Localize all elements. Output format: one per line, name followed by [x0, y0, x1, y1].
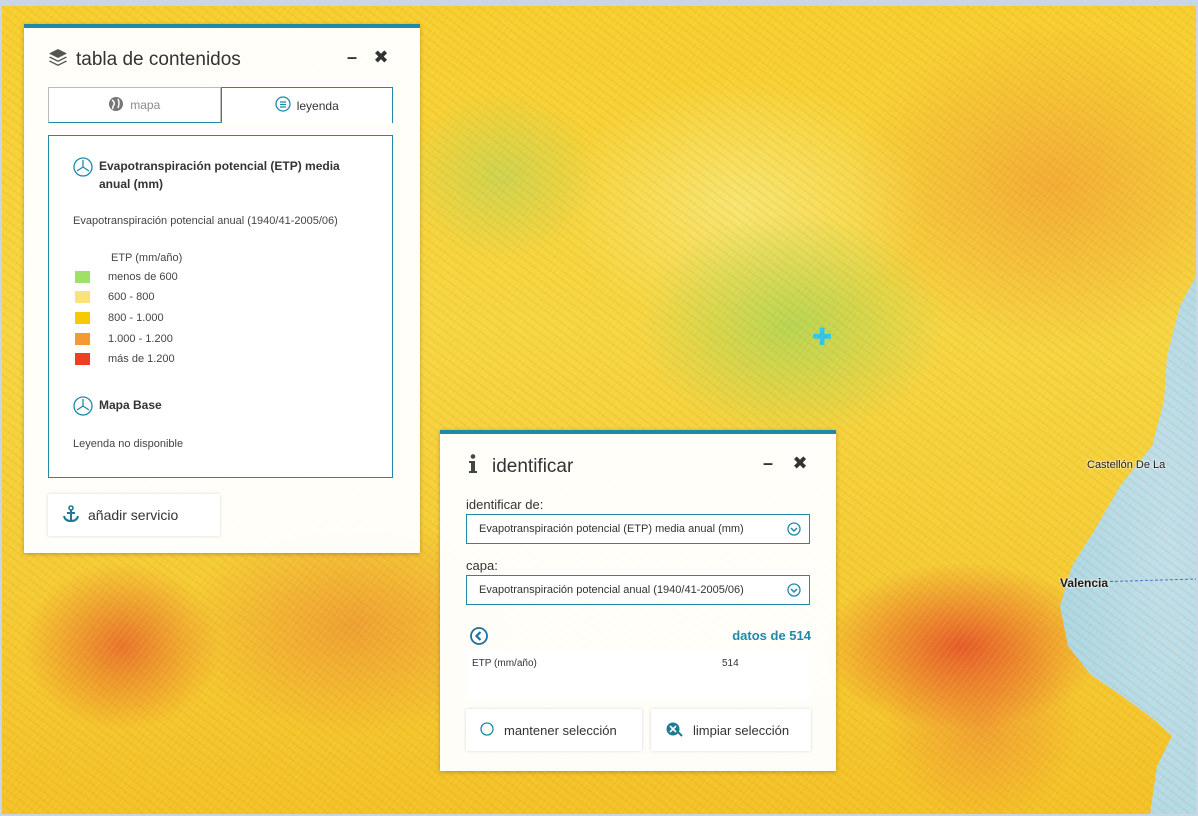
tab-leyenda[interactable]: leyenda [220, 87, 393, 123]
layers-icon [48, 48, 68, 72]
identify-title: identificar [492, 456, 574, 477]
table-of-contents-panel: tabla de contenidos – ✖ mapa leyenda Eva… [24, 24, 420, 553]
anchor-icon [62, 504, 80, 526]
legend-swatch [75, 312, 90, 324]
close-icon[interactable]: ✖ [371, 48, 391, 66]
legend-panel: Evapotranspiración potencial (ETP) media… [48, 135, 393, 478]
legend-subtitle: Evapotranspiración potencial anual (1940… [73, 215, 338, 227]
result-key: ETP (mm/año) [472, 658, 537, 669]
identify-layer-label: capa: [466, 558, 498, 573]
keep-selection-button[interactable]: mantener selección [466, 709, 642, 751]
identify-layer-value: Evapotranspiración potencial anual (1940… [479, 584, 744, 596]
back-arrow-icon[interactable] [470, 627, 488, 650]
clear-selection-button[interactable]: limpiar selección [651, 709, 811, 751]
layer-symbol-icon [73, 396, 93, 421]
legend-item-label: 800 - 1.000 [108, 312, 164, 324]
legend-swatch [75, 291, 90, 303]
place-label-valencia: Valencia [1060, 576, 1109, 590]
legend-unit: ETP (mm/año) [111, 252, 183, 264]
minimize-icon[interactable]: – [758, 454, 778, 472]
legend-item: 600 - 800 [75, 291, 154, 303]
close-icon[interactable]: ✖ [790, 454, 810, 472]
identify-from-value: Evapotranspiración potencial (ETP) media… [479, 523, 744, 535]
chevron-down-icon [787, 522, 801, 539]
toc-tabs: mapa leyenda [48, 87, 393, 123]
legend-item: 1.000 - 1.200 [75, 333, 173, 345]
identify-header: identificar [468, 454, 573, 480]
eraser-icon [665, 720, 683, 741]
legend-item-label: más de 1.200 [108, 353, 175, 365]
legend-item: 800 - 1.000 [75, 312, 164, 324]
chevron-down-icon [787, 583, 801, 600]
legend-layer-mapa-base: Mapa Base [73, 396, 162, 421]
legend-unavailable-note: Leyenda no disponible [73, 438, 184, 450]
add-service-button[interactable]: añadir servicio [48, 494, 220, 536]
identify-from-select[interactable]: Evapotranspiración potencial (ETP) media… [466, 514, 810, 544]
clear-selection-label: limpiar selección [693, 722, 790, 738]
toc-title: tabla de contenidos [76, 49, 241, 70]
legend-layer-title: Mapa Base [99, 398, 162, 412]
legend-item: más de 1.200 [75, 353, 175, 365]
legend-layer-title: Evapotranspiración potencial (ETP) media… [99, 159, 340, 191]
identify-layer-select[interactable]: Evapotranspiración potencial anual (1940… [466, 575, 810, 605]
legend-swatch [75, 271, 90, 283]
legend-swatch [75, 353, 90, 365]
crosshair-plus-icon: ✚ [811, 324, 833, 351]
legend-item-label: menos de 600 [108, 271, 178, 283]
tab-mapa[interactable]: mapa [48, 87, 221, 123]
list-icon [275, 96, 291, 115]
info-icon [468, 454, 478, 480]
layer-symbol-icon [73, 157, 93, 193]
identify-panel: identificar – ✖ identificar de: Evapotra… [440, 430, 836, 771]
radio-circle-icon [480, 721, 494, 739]
minimize-icon[interactable]: – [342, 48, 362, 66]
tab-leyenda-label: leyenda [296, 98, 339, 113]
tab-mapa-label: mapa [130, 98, 161, 112]
legend-item: menos de 600 [75, 271, 178, 283]
result-table: ETP (mm/año) 514 [466, 650, 810, 700]
globe-icon [108, 96, 124, 115]
legend-layer-etp: Evapotranspiración potencial (ETP) media… [73, 157, 363, 193]
toc-header: tabla de contenidos [48, 48, 241, 72]
result-value: 514 [722, 658, 739, 669]
keep-selection-label: mantener selección [504, 722, 617, 738]
legend-item-label: 1.000 - 1.200 [108, 333, 173, 345]
add-service-label: añadir servicio [88, 507, 179, 523]
legend-swatch [75, 333, 90, 345]
data-title: datos de 514 [732, 628, 811, 643]
place-label-castellon: Castellón De La [1087, 459, 1166, 471]
legend-item-label: 600 - 800 [108, 291, 155, 303]
identify-from-label: identificar de: [466, 497, 544, 512]
